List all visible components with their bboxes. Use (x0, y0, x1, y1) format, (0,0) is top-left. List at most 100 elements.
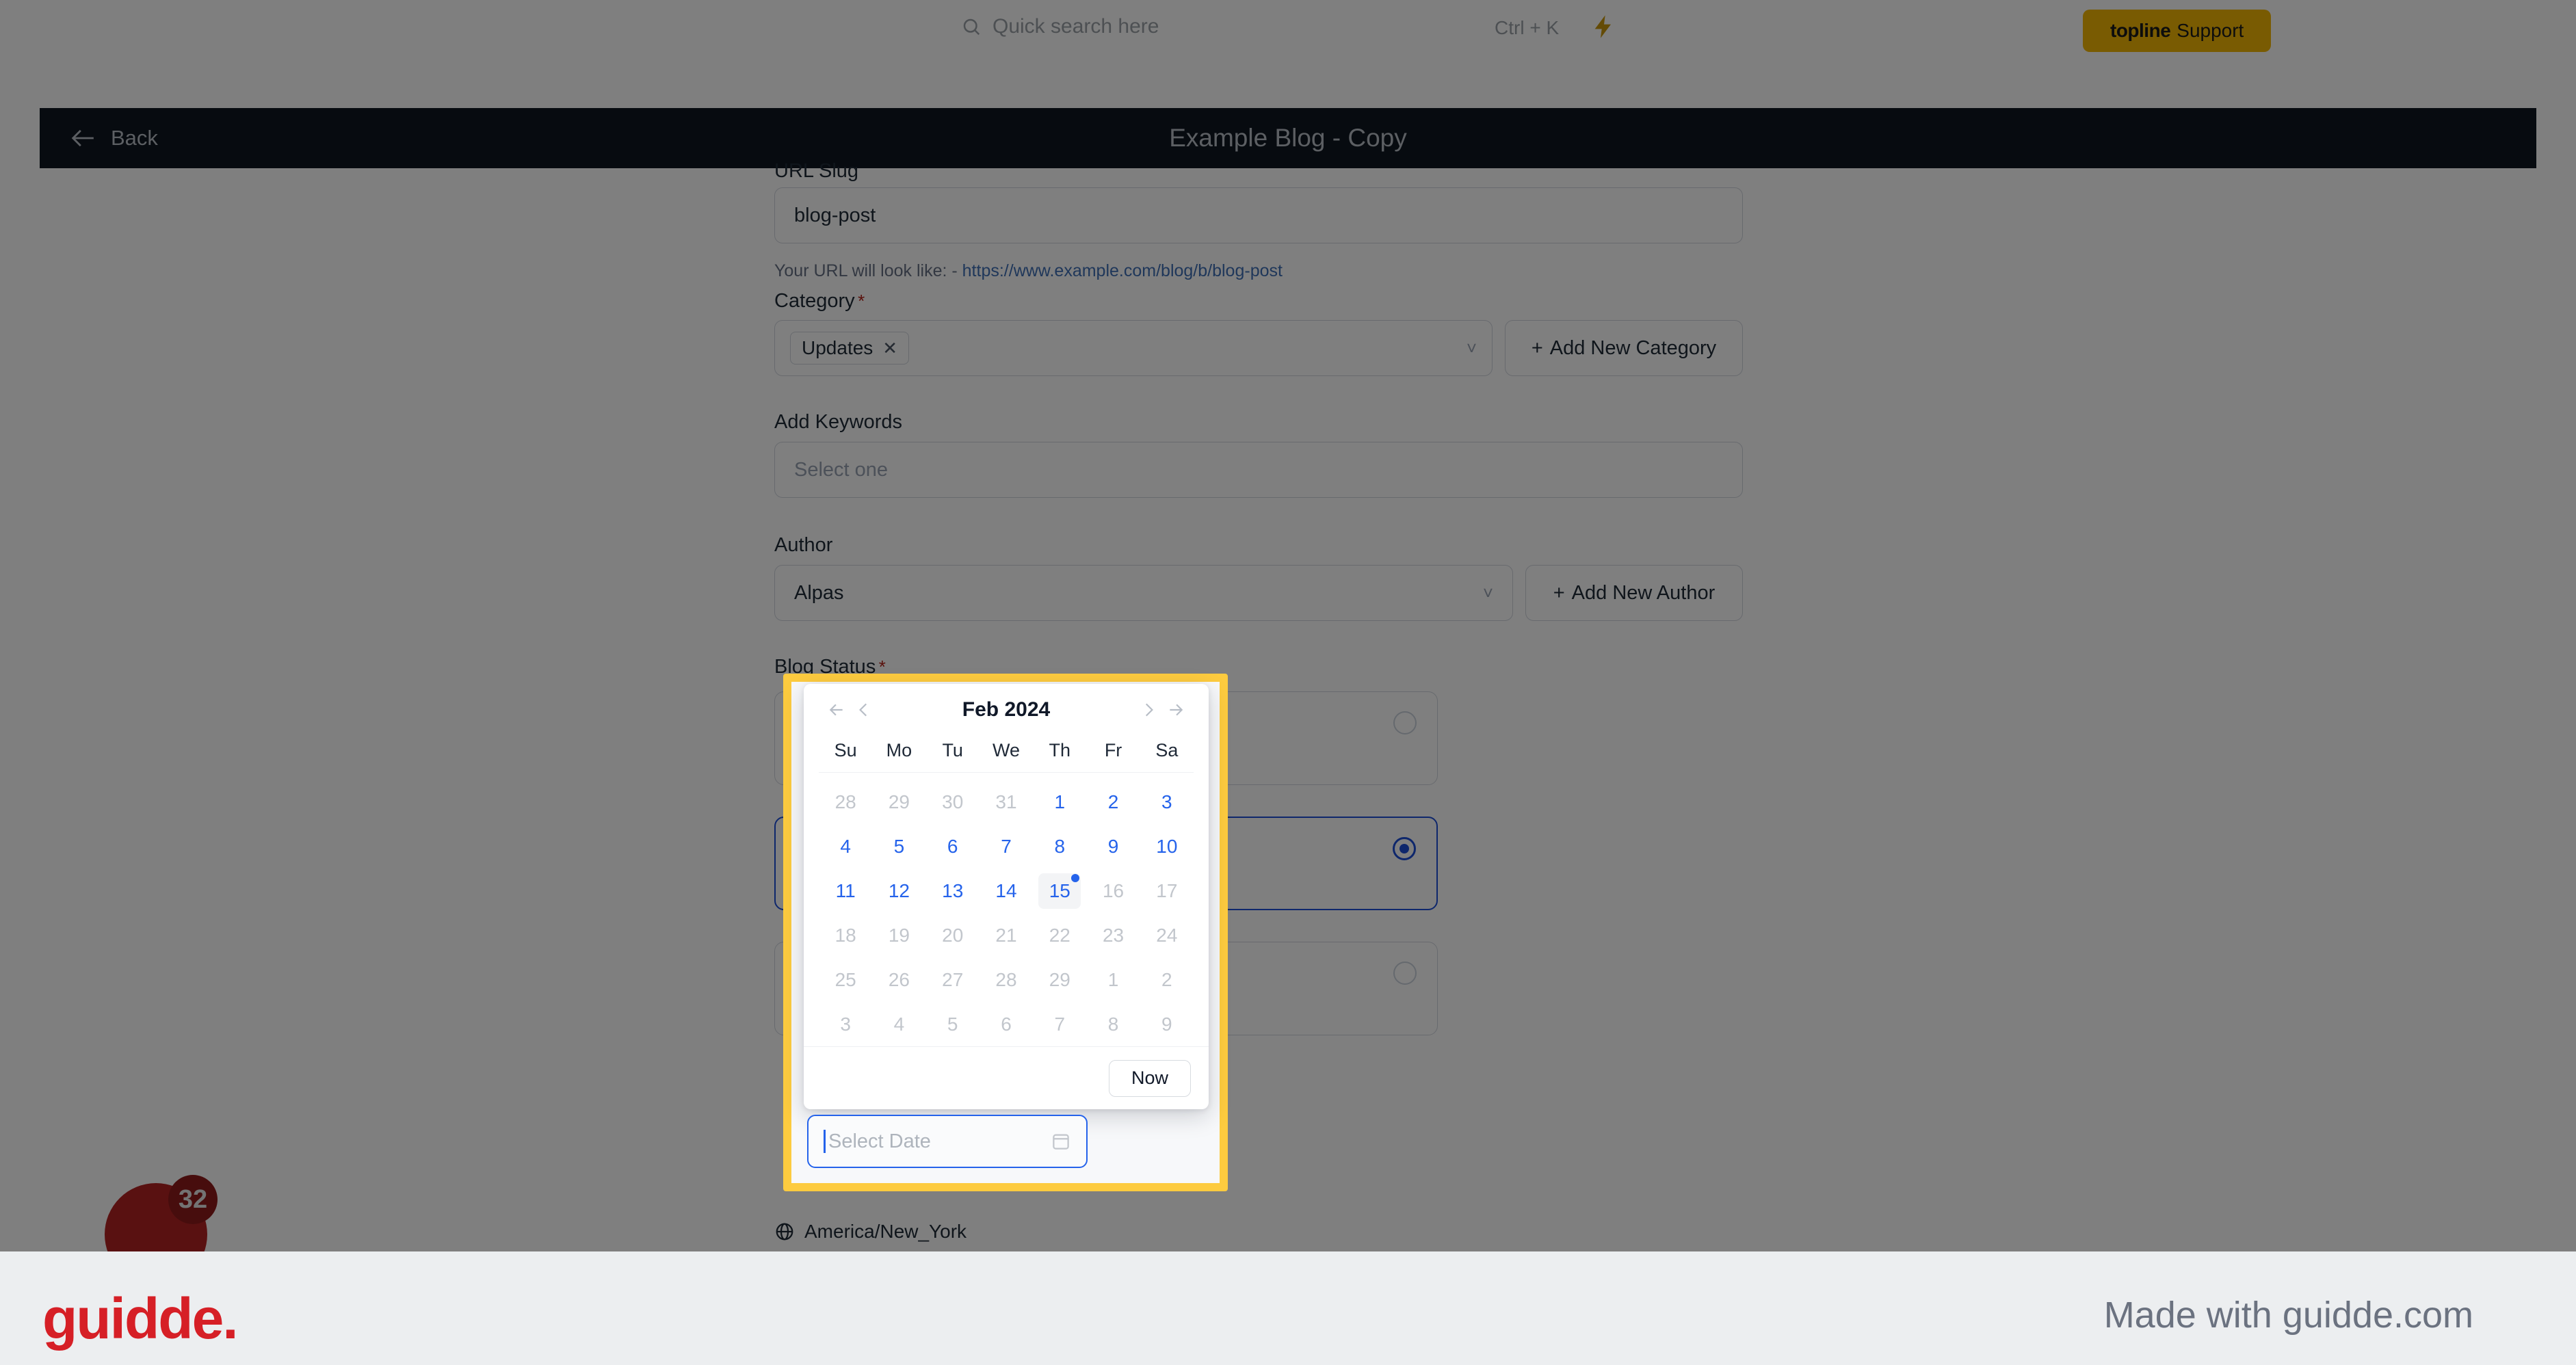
calendar-day-cell: 23 (1086, 913, 1140, 957)
screen-root: Quick search here Ctrl + K topline Suppo… (0, 0, 2576, 1365)
calendar-day-cell[interactable]: 5 (872, 824, 925, 869)
calendar-day-label: 7 (1054, 1013, 1066, 1035)
date-picker-popup[interactable]: Feb 2024 Su Mo Tu We Th Fr Sa 28 29 30 31 1 2 3 4 (804, 684, 1209, 1109)
category-tag-updates[interactable]: Updates ✕ (790, 332, 910, 365)
calendar-day-cell[interactable]: 8 (1033, 824, 1086, 869)
url-preview-link[interactable]: https://www.example.com/blog/b/blog-post (962, 261, 1283, 280)
calendar-day-cell: 16 (1086, 869, 1140, 913)
topline-support-button[interactable]: topline Support (2083, 10, 2272, 52)
calendar-day-cell[interactable]: 9 (1086, 824, 1140, 869)
calendar-day-label: 3 (840, 1013, 851, 1035)
calendar-day-cell: 21 (980, 913, 1033, 957)
chevron-down-icon[interactable]: ˅ (1467, 338, 1477, 359)
url-helper-prefix: Your URL will look like: - (774, 261, 958, 280)
calendar-day-label: 7 (1001, 835, 1012, 857)
calendar-day-cell: 25 (819, 957, 872, 1002)
prev-month-button[interactable] (850, 696, 878, 724)
lightning-bolt-icon[interactable] (1590, 10, 1618, 43)
calendar-day-cell: 28 (819, 780, 872, 824)
calendar-day-cell[interactable]: 4 (819, 824, 872, 869)
calendar-day-cell[interactable]: 12 (872, 869, 925, 913)
keywords-input[interactable]: Select one (774, 442, 1743, 498)
quick-search-box[interactable]: Quick search here (961, 15, 1159, 38)
support-brand-label: topline (2110, 20, 2171, 41)
arrow-left-icon (828, 701, 845, 719)
close-icon[interactable]: ✕ (882, 338, 897, 359)
calendar-day-label: 10 (1156, 835, 1178, 857)
calendar-day-label: 20 (942, 924, 964, 946)
calendar-day-cell[interactable]: 6 (926, 824, 980, 869)
calendar-day-label: 29 (888, 791, 910, 812)
calendar-day-cell: 4 (872, 1002, 925, 1046)
chevron-down-icon[interactable]: ˅ (1483, 583, 1493, 604)
calendar-icon[interactable] (1051, 1131, 1071, 1152)
calendar-day-cell: 26 (872, 957, 925, 1002)
category-tag-label: Updates (802, 337, 873, 358)
calendar-day-cell[interactable]: 1 (1033, 780, 1086, 824)
radio-button[interactable] (1393, 837, 1416, 860)
calendar-day-cell[interactable]: 2 (1086, 780, 1140, 824)
calendar-weekday-mo: Mo (886, 740, 912, 760)
calendar-day-cell[interactable]: 13 (926, 869, 980, 913)
now-button[interactable]: Now (1108, 1059, 1191, 1097)
calendar-week-row: 25 26 27 28 29 1 2 (819, 957, 1194, 1002)
calendar-day-cell: 28 (980, 957, 1033, 1002)
calendar-weekday-sa: Sa (1155, 740, 1179, 760)
arrow-right-icon (1167, 701, 1185, 719)
guidde-logo: guidde. (42, 1286, 239, 1351)
calendar-day-cell: 22 (1033, 913, 1086, 957)
calendar-day-label: 5 (947, 1013, 958, 1035)
category-select[interactable]: Updates ✕ ˅ (774, 320, 1493, 376)
calendar-day-label: 24 (1156, 924, 1178, 946)
date-input-field[interactable]: Select Date (807, 1115, 1088, 1168)
calendar-day-label: 6 (947, 835, 958, 857)
calendar-week-row: 11 12 13 14 15 16 17 (819, 869, 1194, 913)
search-icon (961, 16, 982, 37)
radio-button[interactable] (1393, 711, 1417, 734)
chevron-left-icon (855, 701, 873, 719)
calendar-day-cell[interactable]: 14 (980, 869, 1033, 913)
calendar-day-label: 23 (1102, 924, 1125, 946)
calendar-day-label: 26 (888, 968, 910, 990)
calendar-day-label: 1 (1054, 791, 1066, 812)
calendar-day-cell[interactable]: 3 (1140, 780, 1194, 824)
page-subheader: Back Example Blog - Copy (40, 108, 2536, 168)
calendar-day-label: 22 (1049, 924, 1070, 946)
calendar-day-label: 8 (1107, 1013, 1119, 1035)
next-month-button[interactable] (1135, 696, 1162, 724)
calendar-day-label: 9 (1161, 1013, 1172, 1035)
calendar-day-label: 2 (1107, 791, 1119, 812)
add-new-category-button[interactable]: + Add New Category (1505, 320, 1743, 376)
plus-icon: + (1553, 581, 1565, 604)
url-slug-input[interactable]: blog-post (774, 187, 1743, 243)
calendar-day-label: 2 (1161, 968, 1172, 990)
timezone-value: America/New_York (804, 1221, 967, 1242)
app-page: Quick search here Ctrl + K topline Suppo… (0, 0, 2576, 1312)
calendar-day-label: 30 (942, 791, 964, 812)
calendar-day-cell[interactable]: 10 (1140, 824, 1194, 869)
calendar-week-row: 28 29 30 31 1 2 3 (819, 780, 1194, 824)
calendar-week-row: 4 5 6 7 8 9 10 (819, 824, 1194, 869)
date-input-placeholder: Select Date (828, 1130, 931, 1152)
text-cursor (824, 1130, 826, 1153)
calendar-day-cell[interactable]: 15 (1033, 869, 1086, 913)
prev-year-button[interactable] (823, 696, 850, 724)
calendar-day-cell: 1 (1086, 957, 1140, 1002)
next-year-button[interactable] (1162, 696, 1190, 724)
radio-button[interactable] (1393, 962, 1417, 985)
calendar-day-label: 4 (893, 1013, 905, 1035)
calendar-title[interactable]: Feb 2024 (878, 698, 1135, 721)
add-new-author-button[interactable]: + Add New Author (1525, 565, 1743, 621)
author-select[interactable]: Alpas ˅ (774, 565, 1513, 621)
calendar-weekday-tu: Tu (942, 740, 963, 760)
calendar-day-cell[interactable]: 7 (980, 824, 1033, 869)
calendar-day-label: 9 (1107, 835, 1119, 857)
calendar-day-cell[interactable]: 11 (819, 869, 872, 913)
calendar-day-label: 8 (1054, 835, 1066, 857)
calendar-weekday-su: Su (834, 740, 857, 760)
keywords-placeholder: Select one (794, 458, 889, 481)
add-new-category-label: Add New Category (1549, 336, 1717, 359)
support-text-label: Support (2177, 20, 2244, 41)
calendar-divider (819, 772, 1194, 773)
category-required-mark: * (858, 291, 865, 311)
